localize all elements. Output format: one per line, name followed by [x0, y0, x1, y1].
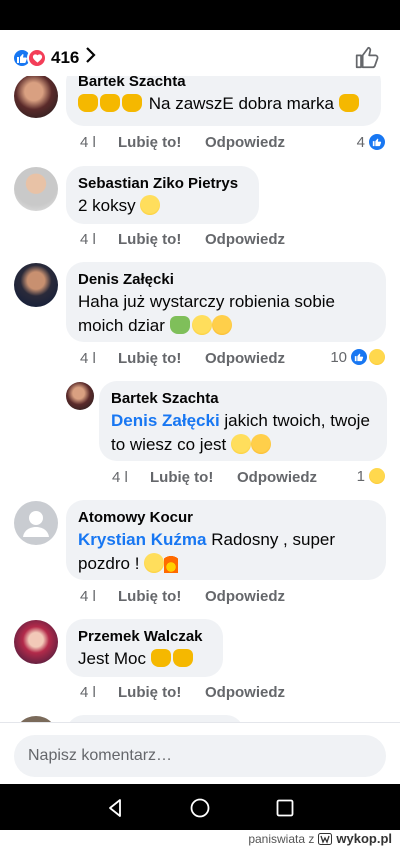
grinning-emoji-icon: [140, 195, 161, 215]
love-reaction-icon: [27, 48, 47, 68]
avatar[interactable]: [14, 76, 58, 118]
like-button[interactable]: Lubię to!: [150, 469, 237, 486]
comment-actions: 4 l Lubię to! Odpowiedz: [80, 134, 285, 151]
comment-bubble: Atomowy Kocur Krystian Kuźma Radosny , s…: [66, 500, 386, 580]
comment-author[interactable]: Bartek Szachta: [111, 389, 375, 409]
comment-actions: 4 l Lubię to! Odpowiedz: [80, 588, 285, 605]
reactions-summary[interactable]: 416: [12, 46, 97, 70]
haha-reaction-icon: [368, 348, 386, 366]
like-button[interactable]: Lubię to!: [118, 350, 205, 367]
comment-reactions[interactable]: 1: [357, 467, 386, 485]
smiling-hearts-emoji-icon: [211, 315, 232, 335]
comment-time: 4 l: [80, 350, 96, 367]
comment-text-content: Jest Moc: [78, 649, 147, 668]
like-button[interactable]: Lubię to!: [118, 684, 205, 701]
reaction-total: 4: [356, 133, 365, 151]
comment-bubble: Bartek Szachta Na zawszE dobra marka: [66, 76, 381, 126]
like-button[interactable]: Lubię to!: [118, 588, 205, 605]
site-name: wykop.pl: [336, 831, 392, 846]
wykop-logo-icon: [318, 832, 333, 845]
reply-button[interactable]: Odpowiedz: [205, 684, 285, 701]
comment-time: 4 l: [80, 134, 96, 151]
comment-time: 4 l: [80, 588, 96, 605]
avatar[interactable]: [14, 620, 58, 664]
reaction-total: 1: [356, 467, 365, 485]
handshake-emoji-icon: [122, 94, 142, 112]
status-bar: [0, 0, 400, 30]
home-icon[interactable]: [188, 796, 212, 820]
fist-emoji-icon: [338, 94, 359, 112]
comment-time: 4 l: [80, 684, 96, 701]
reaction-count: 416: [51, 48, 80, 67]
reply-button[interactable]: Odpowiedz: [205, 350, 285, 367]
comment-text: Haha już wystarczy robienia sobie moich …: [78, 290, 374, 338]
comment-text: Denis Załęcki jakich twoich, twoje to wi…: [111, 409, 375, 457]
like-reaction-icon: [368, 133, 386, 151]
fist-emoji-icon: [78, 94, 98, 112]
comment-input[interactable]: Napisz komentarz…: [14, 735, 386, 777]
like-button[interactable]: Lubię to!: [118, 231, 205, 248]
comment-text: Na zawszE dobra marka: [78, 92, 369, 116]
mention-link[interactable]: Denis Załęcki: [111, 411, 220, 430]
comment-actions: 4 l Lubię to! Odpowiedz: [80, 350, 285, 367]
back-icon[interactable]: [103, 796, 127, 820]
comment-text-content: 2 koksy: [78, 196, 136, 215]
muscle-emoji-icon: [172, 649, 193, 667]
comment-bubble: Denis Załęcki Haha już wystarczy robieni…: [66, 262, 386, 342]
comment-author[interactable]: Sebastian Ziko Pietrys: [78, 174, 247, 194]
reply-button[interactable]: Odpowiedz: [205, 588, 285, 605]
like-reaction-icon: [350, 348, 368, 366]
person-emoji-icon: [169, 316, 190, 334]
comment-time: 4 l: [80, 231, 96, 248]
reply-button[interactable]: Odpowiedz: [205, 231, 285, 248]
watermark-credit: paniswiata z wykop.pl: [248, 831, 392, 846]
recents-icon[interactable]: [273, 796, 297, 820]
chevron-right-icon: [85, 46, 97, 70]
reply-button[interactable]: Odpowiedz: [205, 134, 285, 151]
comment-author[interactable]: Atomowy Kocur: [78, 508, 374, 528]
comment-actions: 4 l Lubię to! Odpowiedz: [112, 469, 317, 486]
like-button[interactable]: Lubię to!: [118, 134, 205, 151]
comment-text-content: Na zawszE dobra marka: [148, 94, 334, 113]
comment-bubble: Przemek Walczak Jest Moc: [66, 619, 223, 677]
comment-actions: 4 l Lubię to! Odpowiedz: [80, 231, 285, 248]
comment-bubble: Sebastian Ziko Pietrys 2 koksy: [66, 166, 259, 224]
comment-actions: 4 l Lubię to! Odpowiedz: [80, 684, 285, 701]
comment-text: 2 koksy: [78, 194, 247, 218]
mention-link[interactable]: Krystian Kuźma: [78, 530, 206, 549]
fire-emoji-icon: [164, 553, 179, 573]
credit-text: paniswiata z: [248, 831, 315, 846]
haha-reaction-icon: [368, 467, 386, 485]
comment-author[interactable]: Przemek Walczak: [78, 627, 211, 647]
rofl-emoji-icon: [231, 434, 251, 454]
comment-text: Krystian Kuźma Radosny , super pozdro !: [78, 528, 374, 576]
like-post-icon[interactable]: [354, 44, 380, 70]
muscle-emoji-icon: [100, 94, 120, 112]
comment-author[interactable]: Bartek Szachta: [78, 76, 369, 92]
avatar[interactable]: [14, 263, 58, 307]
comments-list: Bartek Szachta Na zawszE dobra marka 4 l…: [0, 76, 400, 732]
reply-bubble: Bartek Szachta Denis Załęcki jakich twoi…: [99, 381, 387, 461]
comment-time: 4 l: [112, 469, 128, 486]
grinning-sweat-emoji-icon: [144, 553, 165, 573]
kissing-emoji-icon: [251, 434, 271, 454]
avatar[interactable]: [14, 167, 58, 211]
avatar[interactable]: [66, 382, 94, 410]
comment-author[interactable]: Denis Załęcki: [78, 270, 374, 290]
comment-reactions[interactable]: 4: [357, 133, 386, 151]
fist-emoji-icon: [150, 649, 171, 667]
reaction-total: 10: [330, 348, 347, 366]
laughing-emoji-icon: [191, 315, 212, 335]
avatar[interactable]: [14, 501, 58, 545]
comment-reactions[interactable]: 10: [330, 348, 386, 366]
comment-text: Jest Moc: [78, 647, 211, 671]
reply-button[interactable]: Odpowiedz: [237, 469, 317, 486]
